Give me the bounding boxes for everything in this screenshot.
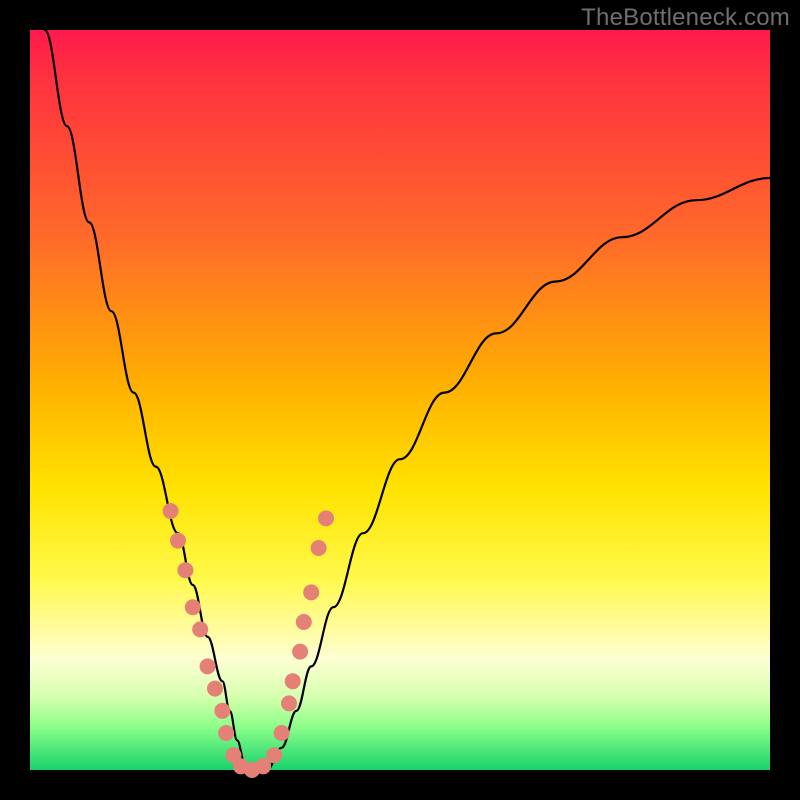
bottleneck-curve <box>45 30 770 770</box>
marker-dot <box>163 503 179 519</box>
marker-dot <box>296 614 312 630</box>
marker-dot <box>200 658 216 674</box>
marker-dot <box>292 644 308 660</box>
marker-dot <box>285 673 301 689</box>
marker-dot <box>207 681 223 697</box>
marker-dot <box>274 725 290 741</box>
marker-dot <box>311 540 327 556</box>
marker-dot <box>170 533 186 549</box>
marker-dot <box>303 584 319 600</box>
marker-dot <box>214 703 230 719</box>
watermark-text: TheBottleneck.com <box>581 4 790 32</box>
plot-area <box>30 30 770 770</box>
curve-layer <box>30 30 770 770</box>
marker-dot <box>266 747 282 763</box>
marker-dot <box>185 599 201 615</box>
marker-dot <box>192 621 208 637</box>
marker-dots <box>163 503 334 778</box>
marker-dot <box>218 725 234 741</box>
chart-frame: TheBottleneck.com <box>0 0 800 800</box>
marker-dot <box>281 695 297 711</box>
marker-dot <box>177 562 193 578</box>
marker-dot <box>318 510 334 526</box>
